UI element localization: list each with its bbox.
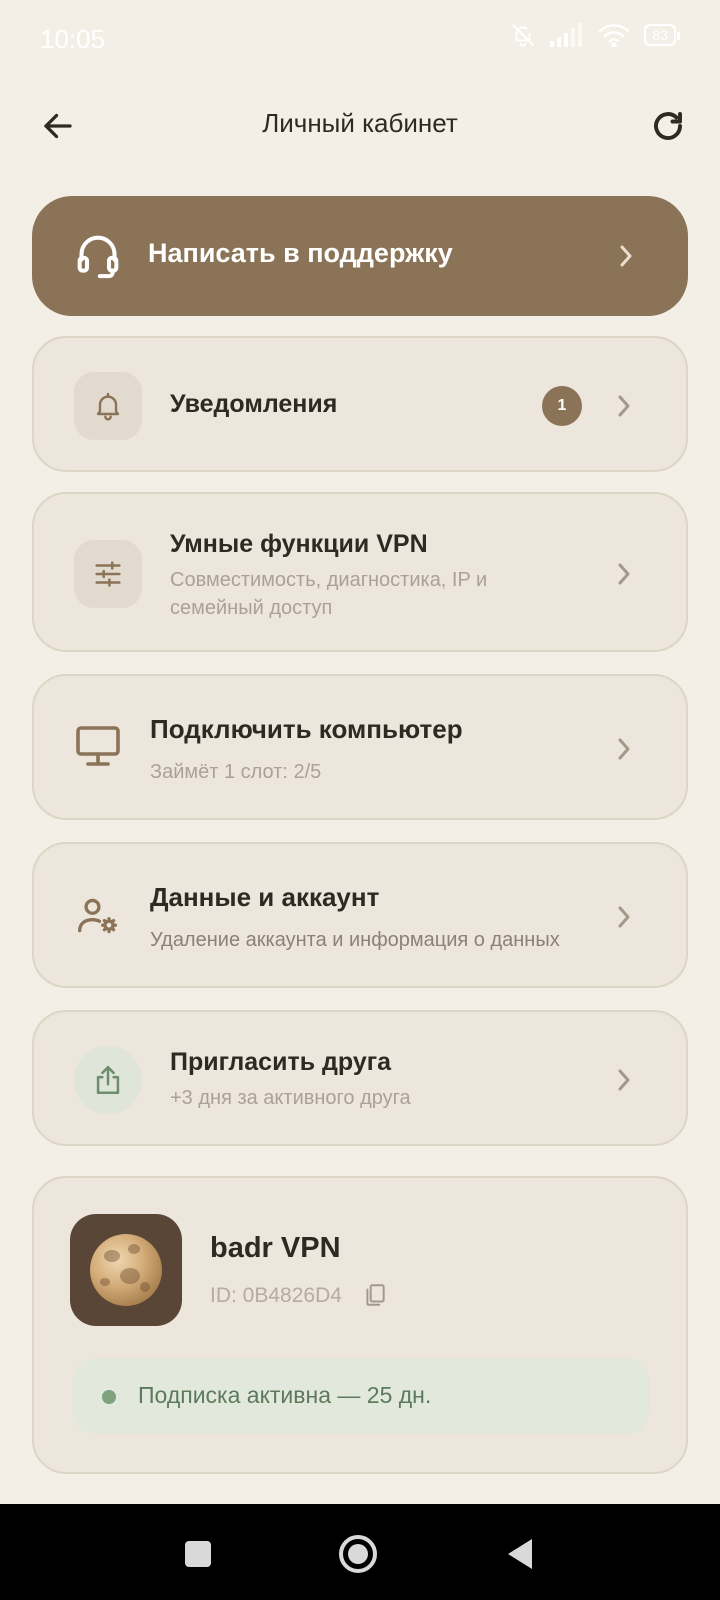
user-id: ID: 0B4826D4 [210, 1284, 342, 1307]
menu-item-subtitle: +3 дня за активного друга [170, 1087, 411, 1109]
signal-icon [550, 23, 583, 47]
support-label: Написать в поддержку [148, 238, 453, 268]
menu-item-title: Уведомления [170, 390, 338, 418]
menu-item-title: Данные и аккаунт [150, 882, 380, 912]
status-time: 10:05 [40, 24, 106, 54]
menu-item-connect-computer[interactable]: Подключить компьютер Займёт 1 слот: 2/5 [32, 674, 688, 820]
recents-button[interactable] [178, 1534, 218, 1574]
system-nav-bar [0, 1504, 720, 1600]
chevron-right-icon [620, 245, 632, 267]
refresh-icon [654, 112, 682, 140]
triangle-back-icon [508, 1539, 532, 1569]
menu-item-data-account[interactable]: Данные и аккаунт Удаление аккаунта и инф… [32, 842, 688, 988]
status-bar: 10:05 83 [0, 0, 720, 80]
square-icon [185, 1541, 211, 1567]
chevron-right-icon [618, 395, 630, 417]
back-nav-button[interactable] [500, 1534, 540, 1574]
app-header: Личный кабинет [0, 90, 720, 160]
menu-item-title: Умные функции VPN [170, 530, 428, 558]
page-title: Личный кабинет [262, 108, 458, 138]
menu-item-invite-friend[interactable]: Пригласить друга +3 дня за активного дру… [32, 1010, 688, 1146]
subscription-status: Подписка активна — 25 дн. [72, 1358, 650, 1434]
battery-icon: 83 [644, 24, 680, 46]
bell-off-icon [512, 24, 535, 47]
menu-item-subtitle: семейный доступ [170, 597, 333, 619]
support-button[interactable]: Написать в поддержку [32, 196, 688, 316]
wifi-icon [599, 24, 630, 47]
menu-item-subtitle: Удаление аккаунта и информация о данных [150, 929, 560, 951]
menu-item-subtitle: Займёт 1 слот: 2/5 [150, 761, 322, 783]
headset-icon [76, 232, 120, 285]
app-name: badr VPN [210, 1232, 341, 1264]
chevron-right-icon [618, 906, 630, 928]
menu-item-title: Пригласить друга [170, 1048, 392, 1076]
subscription-text: Подписка активна — 25 дн. [138, 1382, 432, 1408]
copy-icon[interactable] [362, 1282, 388, 1308]
menu-item-notifications[interactable]: Уведомления 1 [32, 336, 688, 472]
refresh-button[interactable] [646, 104, 690, 148]
sliders-icon [74, 540, 142, 608]
home-button[interactable] [338, 1534, 378, 1574]
circle-icon [339, 1535, 377, 1573]
chevron-right-icon [618, 738, 630, 760]
monitor-icon [74, 724, 122, 773]
share-icon [74, 1046, 142, 1114]
status-dot [102, 1390, 116, 1404]
notification-badge: 1 [542, 386, 582, 426]
app-logo [70, 1214, 182, 1326]
profile-card: badr VPN ID: 0B4826D4 Подписка активна —… [32, 1176, 688, 1474]
menu-item-smart-functions[interactable]: Умные функции VPN Совместимость, диагнос… [32, 492, 688, 652]
chevron-right-icon [618, 1069, 630, 1091]
bell-icon [74, 372, 142, 440]
moon-icon [90, 1234, 162, 1306]
user-gear-icon [76, 894, 120, 943]
status-icons: 83 [510, 22, 680, 48]
chevron-right-icon [618, 563, 630, 585]
menu-item-title: Подключить компьютер [150, 714, 463, 744]
menu-item-subtitle: Совместимость, диагностика, IP и [170, 569, 488, 591]
